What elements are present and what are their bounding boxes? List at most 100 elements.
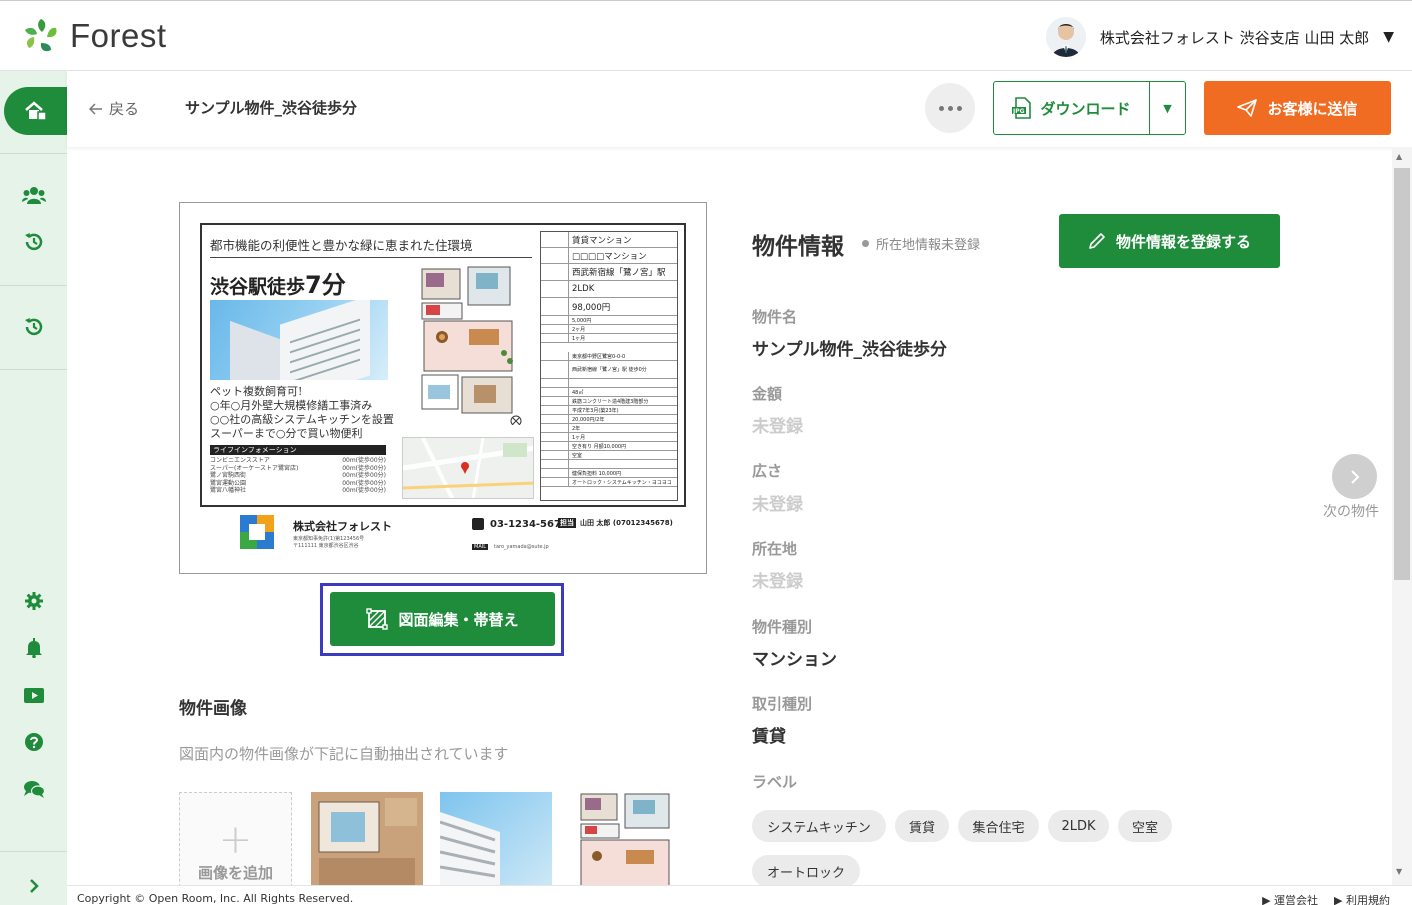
- paper-plane-icon: [1237, 99, 1258, 117]
- jpg-file-icon: JPG: [1012, 97, 1032, 119]
- phone-icon: [472, 518, 484, 530]
- field-label-tags: ラベル: [752, 773, 798, 791]
- footer: Copyright © Open Room, Inc. All Rights R…: [67, 885, 1412, 905]
- tag-chip: 集合住宅: [958, 810, 1039, 842]
- image-thumbnail[interactable]: [311, 792, 423, 885]
- home-icon: [24, 101, 47, 121]
- sidebar-item-notifications[interactable]: [0, 635, 67, 661]
- chevron-right-icon: [1350, 469, 1359, 484]
- flyer-preview[interactable]: 都市機能の利便性と豊かな緑に恵まれた住環境 渋谷駅徒歩7分 ペット複数飼育可! ○…: [179, 202, 707, 574]
- pencil-icon: [1089, 233, 1105, 249]
- flyer-facilities: コンビニエンスストア 00m(徒歩00分) スーパー(オーケーストア鷺宮店) 00m…: [210, 457, 386, 494]
- field-value-property-type: マンション: [752, 650, 837, 670]
- image-thumbnail[interactable]: [571, 792, 683, 885]
- users-icon: [21, 187, 46, 204]
- footer-link-company[interactable]: ▶ 運営会社: [1262, 892, 1318, 905]
- flyer-notes: ペット複数飼育可! ○年○月外壁大規模修繕工事済み ○○社の高級システムキッチンを設…: [210, 385, 394, 440]
- plus-icon: +: [218, 817, 253, 863]
- back-link[interactable]: 戻る: [89, 98, 139, 119]
- tag-chip: システムキッチン: [752, 810, 886, 842]
- user-menu[interactable]: 株式会社フォレスト 渋谷支店 山田 太郎 ▼: [1045, 17, 1394, 57]
- user-name: 株式会社フォレスト 渋谷支店 山田 太郎: [1099, 28, 1370, 47]
- send-label: お客様に送信: [1267, 99, 1358, 118]
- sidebar-item-home[interactable]: [4, 87, 67, 135]
- floor-plan-image: [416, 265, 524, 425]
- scroll-down-arrow[interactable]: ▼: [1396, 867, 1402, 876]
- avatar: [1045, 17, 1086, 57]
- field-value-address: 未登録: [752, 572, 803, 592]
- main-content: 都市機能の利便性と豊かな緑に恵まれた住環境 渋谷駅徒歩7分 ペット複数飼育可! ○…: [67, 147, 1392, 885]
- field-value-price: 未登録: [752, 417, 803, 437]
- property-info-title: 物件情報: [752, 234, 844, 260]
- image-thumbnail[interactable]: [440, 792, 552, 885]
- edit-flyer-label: 図面編集・帯替え: [398, 610, 519, 629]
- sidebar-item-recent[interactable]: [0, 314, 67, 340]
- flyer-company-name: 株式会社フォレスト: [293, 520, 392, 533]
- history-icon: [24, 233, 42, 251]
- company-logo-icon: [240, 515, 274, 549]
- download-label: ダウンロード: [1040, 99, 1131, 118]
- flyer-info-heading: ライフインフォメーション: [210, 445, 386, 455]
- top-bar: Forest 株式会社フォレスト 渋谷支店 山田 太郎 ▼: [0, 0, 1412, 71]
- flyer: 都市機能の利便性と豊かな緑に恵まれた住環境 渋谷駅徒歩7分 ペット複数飼育可! ○…: [200, 223, 686, 507]
- logo-text: Forest: [70, 17, 167, 54]
- location-status: 所在地情報未登録: [862, 234, 980, 253]
- field-label-address: 所在地: [752, 540, 798, 558]
- flyer-headline: 都市機能の利便性と豊かな緑に恵まれた住環境: [210, 238, 473, 253]
- scroll-up-arrow[interactable]: ▲: [1396, 152, 1402, 161]
- arrow-left-icon: [89, 102, 102, 115]
- download-button-group: JPG ダウンロード ▼: [993, 81, 1186, 135]
- question-icon: [24, 733, 43, 751]
- leaf-logo-icon: [25, 19, 57, 52]
- field-label-transaction-type: 取引種別: [752, 695, 813, 713]
- edit-flyer-button[interactable]: 図面編集・帯替え: [330, 592, 555, 646]
- flyer-spec-table: 賃貸マンション □□□□マンション 西武新宿線「鷺ノ宮」駅 2LDK 98,00…: [540, 231, 678, 501]
- register-property-button[interactable]: 物件情報を登録する: [1059, 214, 1280, 268]
- sidebar: [0, 71, 67, 905]
- next-property-button[interactable]: [1332, 454, 1377, 499]
- field-value-area: 未登録: [752, 495, 803, 515]
- field-label-name: 物件名: [752, 308, 798, 326]
- back-label: 戻る: [109, 100, 140, 118]
- flyer-footer: 株式会社フォレスト 東京都知事免許(1)第123456号 〒111111 東京都…: [200, 510, 686, 554]
- flyer-map: [402, 437, 534, 499]
- sidebar-expand-toggle[interactable]: [0, 873, 67, 899]
- svg-text:JPG: JPG: [1012, 108, 1025, 115]
- register-label: 物件情報を登録する: [1115, 232, 1251, 251]
- flyer-building-photo: [210, 300, 388, 380]
- sidebar-item-help[interactable]: [0, 729, 67, 755]
- flyer-walk: 渋谷駅徒歩7分: [210, 271, 346, 299]
- more-options-button[interactable]: [925, 83, 975, 133]
- field-value-transaction-type: 賃貸: [752, 727, 786, 747]
- footer-links: ▶ 運営会社 ▶ 利用規約: [1262, 892, 1390, 905]
- crop-edit-icon: [366, 608, 389, 630]
- sidebar-item-chat[interactable]: [0, 776, 67, 802]
- tag-chip: 賃貸: [895, 810, 949, 842]
- status-dot-icon: [862, 240, 869, 247]
- next-property-label[interactable]: 次の物件: [1323, 501, 1379, 521]
- sidebar-item-history[interactable]: [0, 229, 67, 255]
- flyer-staff: 担当 山田 太郎 (07012345678): [558, 518, 673, 528]
- footer-link-terms[interactable]: ▶ 利用規約: [1334, 892, 1390, 905]
- bell-icon: [25, 638, 42, 658]
- sidebar-item-videos[interactable]: [0, 682, 67, 708]
- scrollbar-thumb[interactable]: [1394, 168, 1410, 580]
- download-dropdown-toggle[interactable]: ▼: [1150, 82, 1185, 134]
- caret-down-icon[interactable]: ▼: [1383, 29, 1394, 45]
- download-button[interactable]: JPG ダウンロード: [994, 82, 1150, 134]
- add-image-button[interactable]: + 画像を追加: [179, 792, 292, 885]
- chevron-right-icon: [29, 879, 39, 893]
- field-label-area: 広さ: [752, 462, 783, 480]
- sidebar-item-customers[interactable]: [0, 182, 67, 208]
- images-section-description: 図面内の物件画像が下記に自動抽出されています: [179, 745, 509, 763]
- flyer-phone: 03-1234-5678: [472, 518, 568, 530]
- sidebar-item-settings[interactable]: [0, 588, 67, 614]
- action-bar: 戻る サンプル物件_渋谷徒歩分 JPG ダウンロード ▼ お客様に送信: [67, 71, 1412, 147]
- add-image-label: 画像を追加: [197, 864, 273, 882]
- tag-chip: 2LDK: [1048, 810, 1109, 842]
- images-section-title: 物件画像: [179, 699, 247, 719]
- chat-icon: [23, 781, 45, 798]
- send-to-customer-button[interactable]: お客様に送信: [1204, 81, 1391, 135]
- field-label-property-type: 物件種別: [752, 618, 813, 636]
- forest-logo[interactable]: Forest: [20, 15, 167, 57]
